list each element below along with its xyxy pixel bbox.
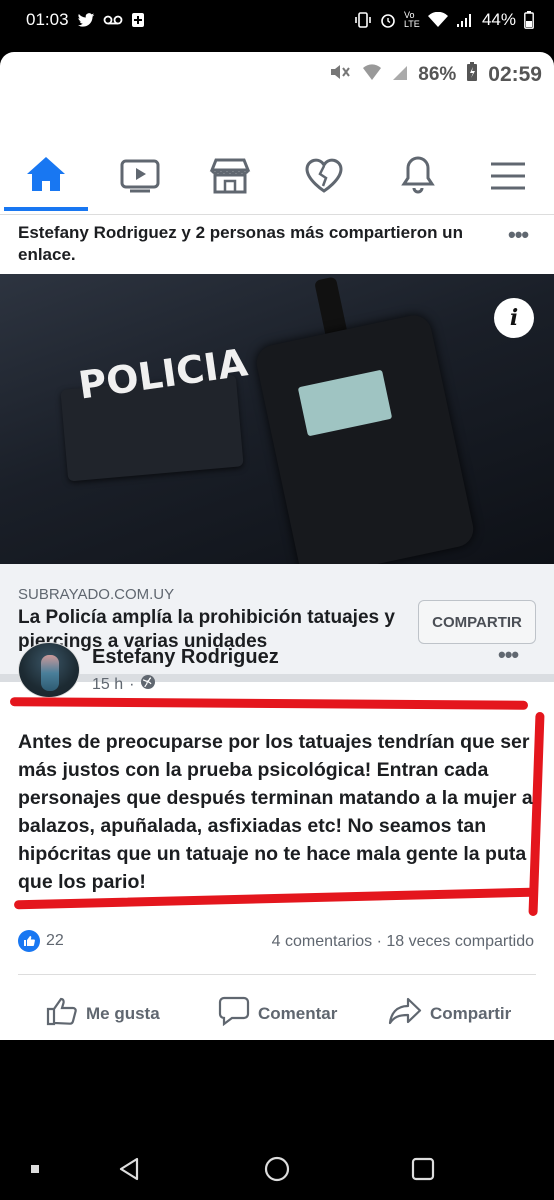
actions-divider bbox=[18, 974, 536, 975]
thumbs-up-icon bbox=[46, 996, 78, 1031]
inner-signal-icon bbox=[392, 63, 408, 87]
wifi-icon bbox=[427, 12, 448, 28]
heart-icon[interactable] bbox=[302, 154, 346, 198]
inner-battery-percent: 86% bbox=[418, 64, 457, 85]
signal-icon bbox=[456, 12, 474, 28]
dot-separator: · bbox=[129, 675, 135, 693]
nav-divider bbox=[0, 214, 554, 215]
voicemail-icon bbox=[103, 15, 123, 25]
vibrate-icon bbox=[354, 12, 372, 28]
annotation-top bbox=[9, 697, 529, 710]
twitter-icon bbox=[77, 12, 95, 28]
inner-status-bar: 86% 02:59 bbox=[328, 60, 542, 90]
post-time[interactable]: 15 h bbox=[92, 676, 123, 694]
comment-button[interactable]: Comentar bbox=[218, 996, 337, 1031]
home-icon[interactable] bbox=[24, 152, 68, 196]
recents-icon[interactable] bbox=[408, 1154, 438, 1184]
back-icon[interactable] bbox=[114, 1154, 144, 1184]
share-button[interactable]: Compartir bbox=[388, 996, 511, 1031]
volte-label: Vo LTE bbox=[403, 10, 420, 29]
post-author[interactable]: Estefany Rodriguez bbox=[92, 646, 279, 669]
marketplace-icon[interactable] bbox=[208, 154, 252, 198]
device-status-bar: 01:03 Vo LTE 44% bbox=[0, 0, 554, 44]
link-domain: SUBRAYADO.COM.UY bbox=[18, 586, 175, 603]
comments-shares-count[interactable]: 4 comentarios · 18 veces compartido bbox=[272, 933, 534, 951]
like-label: Me gusta bbox=[86, 1003, 160, 1023]
reactions-summary[interactable]: 22 bbox=[18, 930, 64, 952]
android-nav-bar bbox=[0, 1140, 554, 1200]
video-icon[interactable] bbox=[118, 154, 162, 198]
more-options-icon[interactable]: ••• bbox=[508, 222, 529, 248]
globe-icon bbox=[140, 674, 156, 695]
comment-label: Comentar bbox=[258, 1003, 338, 1023]
share-label: Compartir bbox=[430, 1003, 512, 1023]
inner-time: 02:59 bbox=[488, 63, 542, 86]
post-text: Antes de preocuparse por los tatuajes te… bbox=[18, 731, 533, 893]
avatar-figure bbox=[41, 655, 59, 691]
like-reaction-icon bbox=[18, 930, 40, 952]
medical-notification-icon bbox=[131, 12, 145, 28]
avatar[interactable] bbox=[18, 642, 80, 698]
post-more-options-icon[interactable]: ••• bbox=[498, 642, 519, 668]
alarm-icon bbox=[380, 12, 396, 28]
share-notice-text: Estefany Rodriguez y 2 personas más comp… bbox=[18, 223, 463, 264]
home-button-icon[interactable] bbox=[262, 1154, 292, 1184]
like-button[interactable]: Me gusta bbox=[46, 996, 160, 1031]
menu-icon[interactable] bbox=[486, 154, 530, 198]
nav-dot-icon[interactable] bbox=[28, 1162, 42, 1176]
section-separator bbox=[0, 674, 554, 682]
bell-icon[interactable] bbox=[396, 152, 440, 196]
share-arrow-icon bbox=[388, 996, 422, 1031]
inner-battery-icon bbox=[466, 62, 478, 88]
share-link-button[interactable]: COMPARTIR bbox=[418, 600, 536, 644]
info-icon[interactable]: i bbox=[494, 298, 534, 338]
share-notice: Estefany Rodriguez y 2 personas más comp… bbox=[0, 216, 554, 274]
battery-icon bbox=[524, 11, 534, 29]
active-tab-indicator bbox=[4, 207, 88, 211]
comment-icon bbox=[218, 996, 250, 1031]
facebook-nav-bar bbox=[0, 100, 554, 216]
inner-wifi-icon bbox=[362, 63, 382, 87]
reactions-count: 22 bbox=[46, 932, 64, 949]
facebook-screenshot: 86% 02:59 Estefany Rodriguez y 2 persona… bbox=[0, 52, 554, 1040]
mute-icon bbox=[328, 63, 352, 87]
post-meta: 15 h · bbox=[92, 674, 156, 695]
status-time: 01:03 bbox=[26, 10, 69, 29]
status-battery-percent: 44% bbox=[481, 10, 516, 29]
